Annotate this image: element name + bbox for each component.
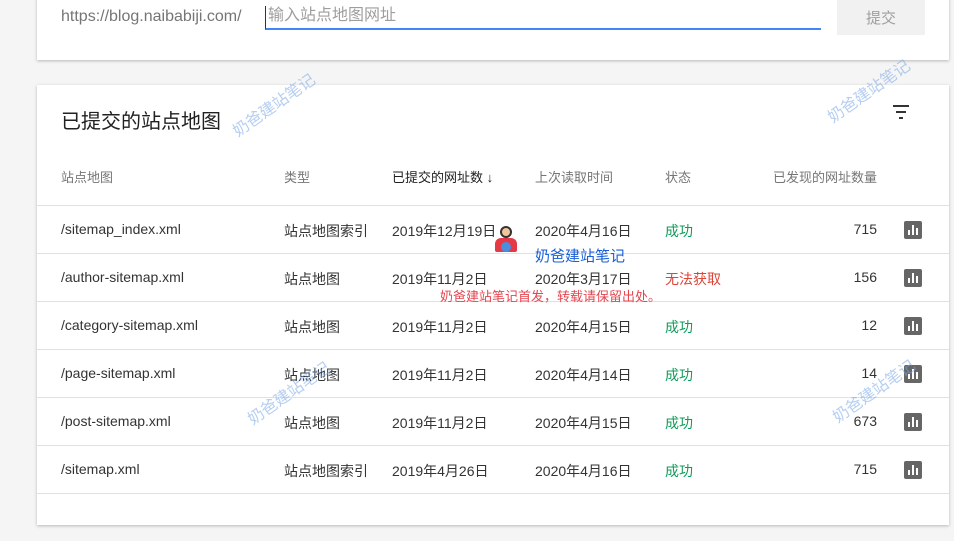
status-badge: 无法获取 — [665, 271, 721, 287]
last-read-date: 2020年4月14日 — [535, 367, 632, 383]
discovered-count: 715 — [853, 461, 877, 477]
table-end-divider — [37, 493, 949, 541]
status-badge: 成功 — [665, 463, 693, 479]
card-title: 已提交的站点地图 — [61, 111, 221, 133]
discovered-count: 715 — [853, 221, 877, 237]
submit-button[interactable]: 提交 — [837, 0, 925, 35]
sitemap-path: /page-sitemap.xml — [61, 365, 176, 381]
last-read-date: 2020年4月16日 — [535, 223, 632, 239]
header-sitemap[interactable]: 站点地图 — [61, 167, 113, 186]
sitemap-type: 站点地图 — [284, 319, 340, 335]
sitemap-path: /category-sitemap.xml — [61, 317, 198, 333]
sitemap-path: /post-sitemap.xml — [61, 413, 171, 429]
watermark-notice: 奶爸建站笔记首发，转载请保留出处。 — [440, 289, 662, 304]
table-row[interactable]: /sitemap.xml 站点地图索引 2019年4月26日 2020年4月16… — [37, 445, 949, 493]
sitemap-type: 站点地图索引 — [284, 463, 368, 479]
bar-chart-icon[interactable] — [904, 317, 922, 335]
last-read-date: 2020年4月15日 — [535, 415, 632, 431]
sitemap-path: /author-sitemap.xml — [61, 269, 184, 285]
bar-chart-icon[interactable] — [904, 461, 922, 479]
watermark-label: 奶爸建站笔记 — [535, 248, 626, 265]
header-last-read[interactable]: 上次读取时间 — [535, 167, 613, 186]
sitemap-path: /sitemap.xml — [61, 461, 140, 477]
header-type[interactable]: 类型 — [284, 167, 310, 186]
discovered-count: 156 — [853, 269, 877, 285]
table-row[interactable]: /page-sitemap.xml 站点地图 2019年11月2日 2020年4… — [37, 349, 949, 397]
filter-icon[interactable] — [893, 105, 909, 119]
mascot-logo — [495, 226, 517, 254]
submitted-date: 2019年11月2日 — [392, 415, 488, 431]
sitemap-type: 站点地图索引 — [284, 223, 368, 239]
discovered-count: 12 — [861, 317, 877, 333]
submitted-date: 2019年12月19日 — [392, 223, 497, 239]
last-read-date: 2020年4月16日 — [535, 463, 632, 479]
status-badge: 成功 — [665, 319, 693, 335]
last-read-date: 2020年4月15日 — [535, 319, 632, 335]
bar-chart-icon[interactable] — [904, 269, 922, 287]
add-sitemap-card: https://blog.naibabiji.com/ 提交 — [37, 0, 949, 60]
bar-chart-icon[interactable] — [904, 221, 922, 239]
table-row[interactable]: /category-sitemap.xml 站点地图 2019年11月2日 20… — [37, 301, 949, 349]
status-badge: 成功 — [665, 223, 693, 239]
header-submitted[interactable]: 已提交的网址数 ↓ — [392, 167, 493, 186]
sitemap-type: 站点地图 — [284, 415, 340, 431]
table-row[interactable]: /sitemap_index.xml 站点地图索引 2019年12月19日 20… — [37, 205, 949, 253]
site-url-prefix: https://blog.naibabiji.com/ — [61, 8, 242, 25]
bar-chart-icon[interactable] — [904, 413, 922, 431]
status-badge: 成功 — [665, 367, 693, 383]
header-discovered[interactable]: 已发现的网址数量 — [773, 167, 877, 186]
sitemap-path: /sitemap_index.xml — [61, 221, 181, 237]
submitted-sitemaps-card: 已提交的站点地图 站点地图 类型 已提交的网址数 ↓ 上次读取时间 状态 已发现… — [37, 85, 949, 525]
submitted-date: 2019年11月2日 — [392, 319, 488, 335]
header-status[interactable]: 状态 — [665, 167, 691, 186]
submitted-date: 2019年11月2日 — [392, 367, 488, 383]
sitemap-type: 站点地图 — [284, 271, 340, 287]
table-row[interactable]: /post-sitemap.xml 站点地图 2019年11月2日 2020年4… — [37, 397, 949, 445]
status-badge: 成功 — [665, 415, 693, 431]
sitemap-url-input[interactable] — [265, 6, 821, 30]
submitted-date: 2019年4月26日 — [392, 463, 489, 479]
